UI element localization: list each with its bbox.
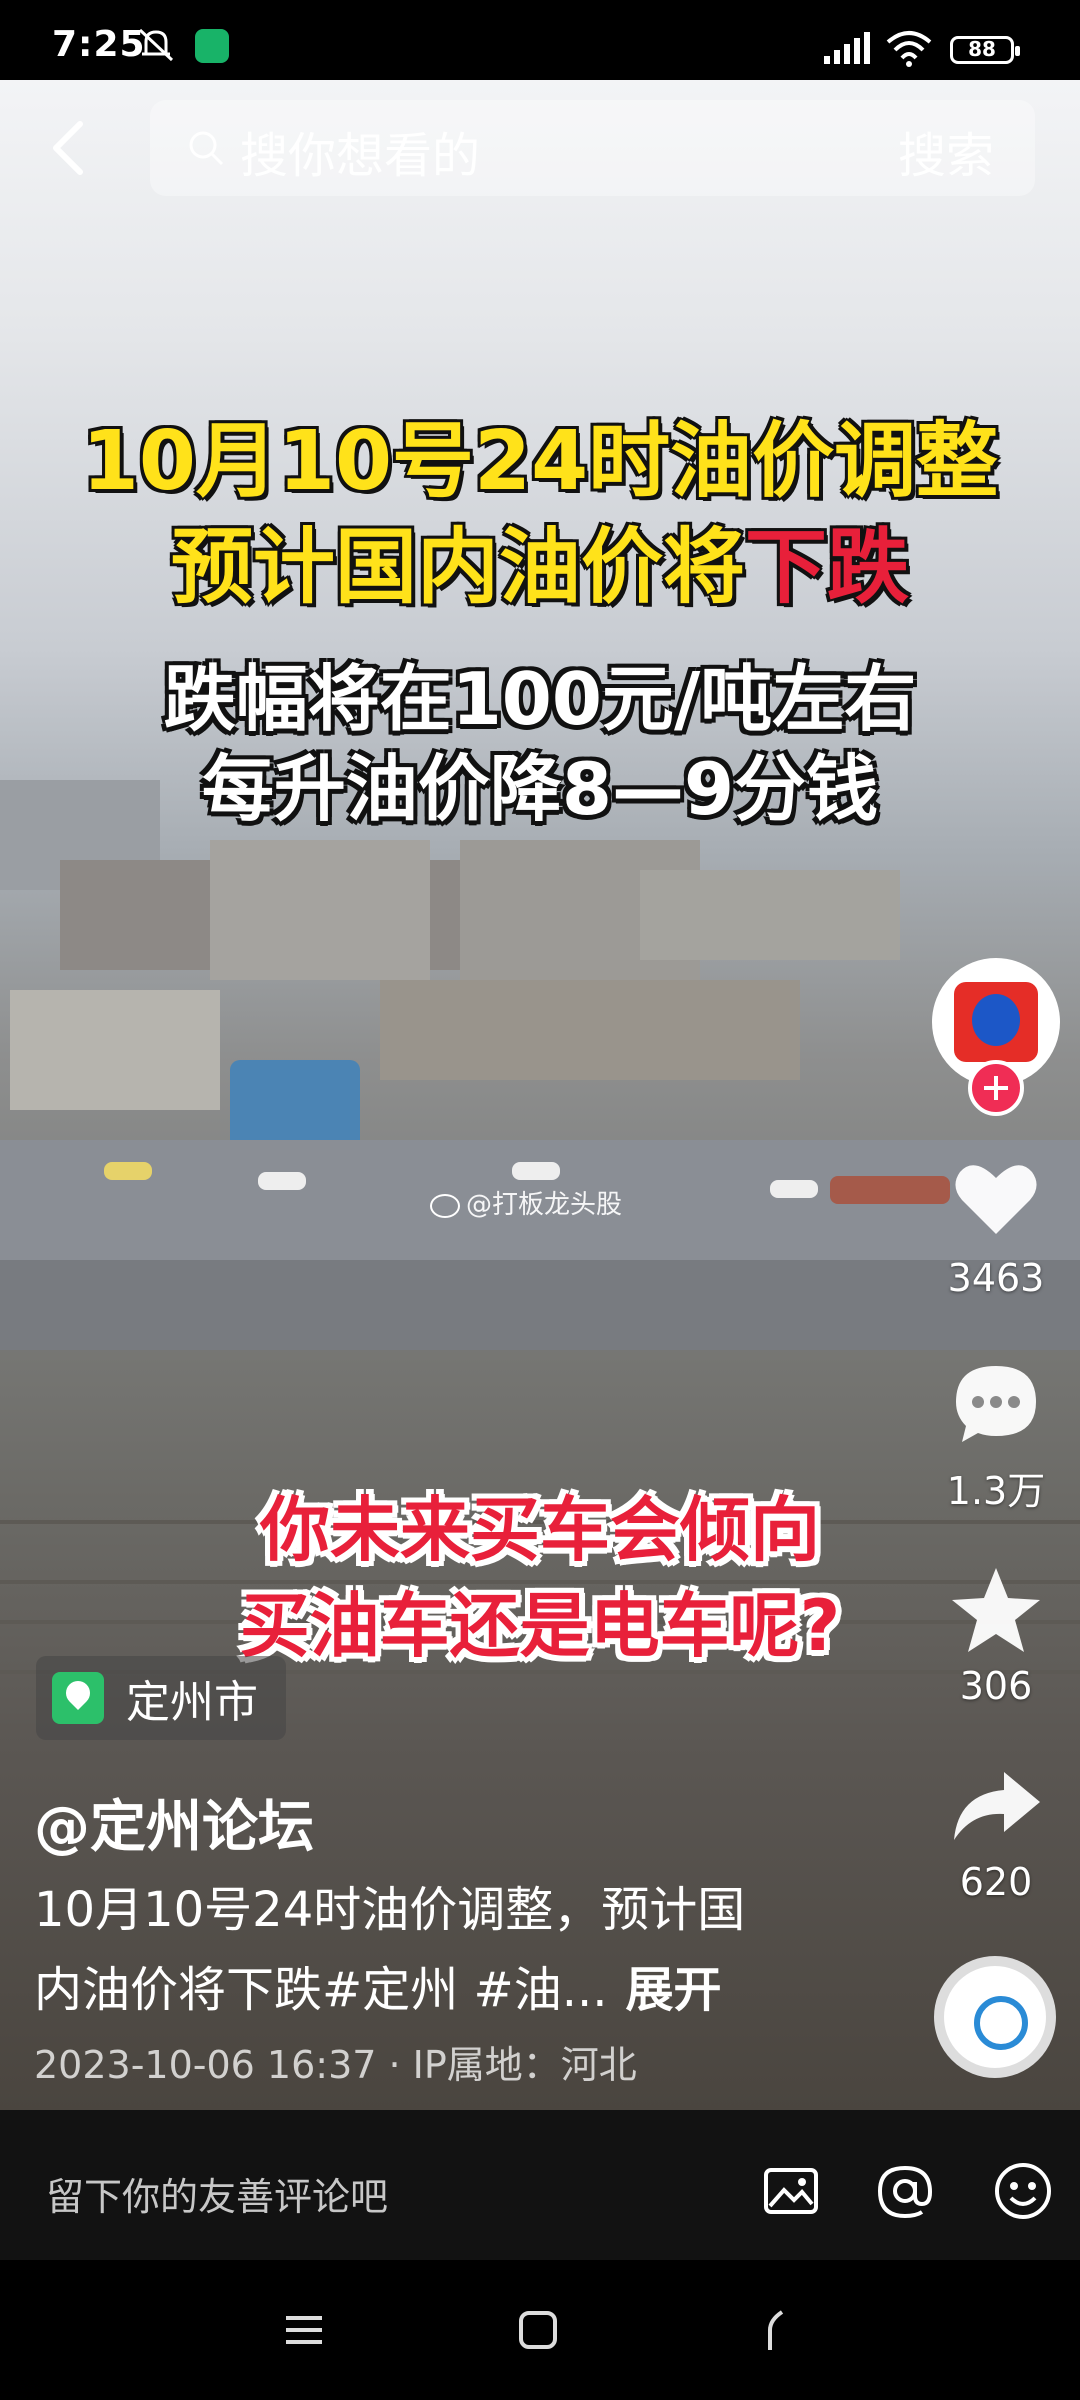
status-bar: 7:25 88 <box>0 0 1080 80</box>
back-nav-icon[interactable] <box>752 2308 796 2352</box>
star-icon[interactable] <box>948 1562 1044 1658</box>
favorite-count: 306 <box>959 1664 1033 1708</box>
scenery-car <box>512 1162 560 1180</box>
mention-icon[interactable] <box>874 2160 936 2222</box>
expand-button[interactable]: 展开 <box>625 1962 721 2018</box>
scenery-buildings <box>380 980 800 1080</box>
wifi-icon <box>886 31 932 67</box>
location-tag[interactable]: 定州市 <box>36 1656 286 1740</box>
signal-icon <box>824 32 870 64</box>
search-input[interactable]: 搜你想看的 <box>240 116 480 186</box>
follow-button[interactable] <box>968 1060 1024 1116</box>
share-count: 620 <box>959 1860 1033 1904</box>
image-icon[interactable] <box>760 2160 822 2222</box>
home-square-icon[interactable] <box>516 2308 560 2352</box>
status-time: 7:25 <box>52 24 146 65</box>
scenery-buildings <box>640 870 900 960</box>
comment-icon[interactable] <box>948 1356 1044 1452</box>
comment-count: 1.3万 <box>946 1469 1046 1513</box>
scenery-car <box>258 1172 306 1190</box>
post-meta: 2023-10-06 16:37 · IP属地：河北 <box>34 2043 637 2087</box>
headline-line-2: 预计国内油价将下跌 <box>0 500 1080 619</box>
weibo-watermark: @打板龙头股 <box>430 1184 622 1221</box>
scenery-tank <box>230 1060 360 1150</box>
comment-input[interactable]: 留下你的友善评论吧 <box>46 2166 388 2221</box>
scenery-buildings <box>10 990 220 1110</box>
post-description[interactable]: 10月10号24时油价调整，预计国 内油价将下跌#定州 #油... 展开 <box>34 1870 834 2030</box>
back-arrow-icon[interactable] <box>46 118 90 178</box>
battery-icon: 88 <box>950 36 1020 64</box>
search-button[interactable]: 搜索 <box>898 116 994 186</box>
headline-line-1: 10月10号24时油价调整 <box>80 412 1000 511</box>
avatar-logo <box>954 982 1038 1062</box>
headline-highlight: 下跌 <box>743 518 911 617</box>
battery-level: 88 <box>968 37 996 61</box>
scenery-car <box>104 1162 152 1180</box>
scenery-car <box>770 1180 818 1198</box>
bell-muted-icon <box>138 28 174 62</box>
watermark-text: @打板龙头股 <box>466 1190 623 1220</box>
music-disc-icon[interactable] <box>934 1956 1056 2078</box>
description-line-2-wrap: 内油价将下跌#定州 #油... 展开 <box>34 1950 834 2030</box>
like-count: 3463 <box>947 1256 1045 1300</box>
headline-line-2-prefix: 预计国内油价将 <box>169 518 747 617</box>
location-label: 定州市 <box>126 1677 258 1728</box>
share-icon[interactable] <box>948 1758 1044 1854</box>
scenery-truck <box>830 1176 950 1204</box>
subheadline-line-2: 每升油价降8—9分钱 <box>201 747 879 831</box>
menu-icon[interactable] <box>282 2308 326 2352</box>
description-line-2: 内油价将下跌#定州 #油... <box>34 1962 608 2018</box>
heart-icon[interactable] <box>948 1150 1044 1246</box>
description-line-1: 10月10号24时油价调整，预计国 <box>34 1882 746 1938</box>
author-name[interactable]: @定州论坛 <box>34 1782 314 1863</box>
search-icon <box>189 131 224 166</box>
emoji-icon[interactable] <box>992 2160 1054 2222</box>
scenery-buildings <box>210 840 430 980</box>
location-pin-icon <box>52 1672 104 1724</box>
shield-icon <box>195 29 229 63</box>
weibo-icon <box>430 1193 460 1218</box>
